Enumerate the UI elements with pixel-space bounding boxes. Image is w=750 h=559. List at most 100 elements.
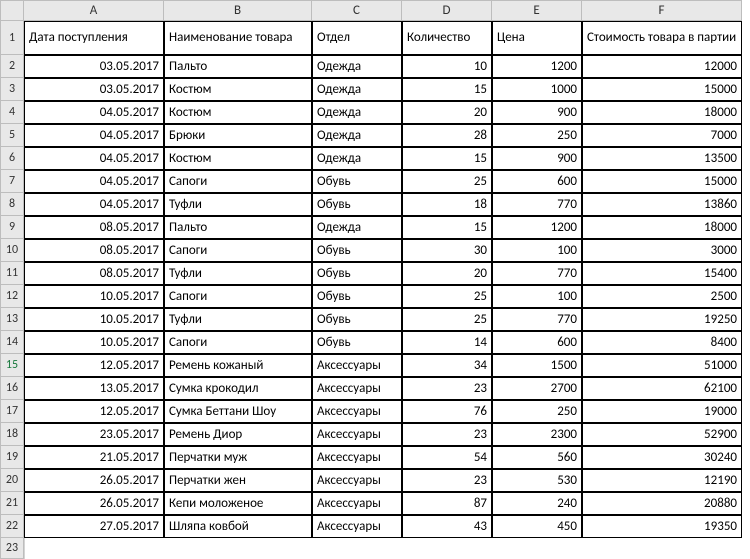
cell-price[interactable]: 600 [492, 170, 582, 193]
cell-cost[interactable]: 52900 [582, 423, 742, 446]
cell-cost[interactable]: 19250 [582, 308, 742, 331]
cell-price[interactable]: 770 [492, 262, 582, 285]
corner-cell[interactable] [0, 0, 24, 21]
cell-price[interactable]: 250 [492, 124, 582, 147]
cell-date[interactable]: 04.05.2017 [24, 124, 164, 147]
cell-date[interactable]: 04.05.2017 [24, 147, 164, 170]
cell-dept[interactable]: Обувь [312, 331, 402, 354]
col-head-b[interactable]: B [164, 0, 312, 21]
cell-price[interactable]: 2700 [492, 377, 582, 400]
row-head[interactable]: 8 [0, 193, 24, 216]
header-dept[interactable]: Отдел [312, 21, 402, 55]
row-head[interactable]: 20 [0, 469, 24, 492]
cell-name[interactable]: Сапоги [164, 285, 312, 308]
row-head[interactable]: 9 [0, 216, 24, 239]
cell-cost[interactable]: 12000 [582, 55, 742, 78]
cell-dept[interactable]: Обувь [312, 262, 402, 285]
empty-cell[interactable] [582, 538, 742, 559]
cell-cost[interactable]: 15000 [582, 78, 742, 101]
cell-cost[interactable]: 12190 [582, 469, 742, 492]
row-head[interactable]: 14 [0, 331, 24, 354]
cell-qty[interactable]: 20 [402, 262, 492, 285]
cell-price[interactable]: 1000 [492, 78, 582, 101]
cell-price[interactable]: 530 [492, 469, 582, 492]
cell-name[interactable]: Туфли [164, 262, 312, 285]
cell-dept[interactable]: Аксессуары [312, 492, 402, 515]
cell-name[interactable]: Ремень Диор [164, 423, 312, 446]
cell-qty[interactable]: 18 [402, 193, 492, 216]
cell-qty[interactable]: 34 [402, 354, 492, 377]
empty-cell[interactable] [492, 538, 582, 559]
cell-cost[interactable]: 51000 [582, 354, 742, 377]
cell-date[interactable]: 08.05.2017 [24, 216, 164, 239]
cell-name[interactable]: Сапоги [164, 331, 312, 354]
cell-qty[interactable]: 15 [402, 147, 492, 170]
row-head[interactable]: 1 [0, 21, 24, 55]
empty-cell[interactable] [312, 538, 402, 559]
header-date[interactable]: Дата поступления [24, 21, 164, 55]
cell-price[interactable]: 900 [492, 147, 582, 170]
cell-dept[interactable]: Аксессуары [312, 400, 402, 423]
cell-date[interactable]: 04.05.2017 [24, 101, 164, 124]
cell-dept[interactable]: Одежда [312, 78, 402, 101]
cell-name[interactable]: Кепи моложеное [164, 492, 312, 515]
cell-date[interactable]: 21.05.2017 [24, 446, 164, 469]
cell-name[interactable]: Сумка крокодил [164, 377, 312, 400]
cell-cost[interactable]: 18000 [582, 101, 742, 124]
cell-name[interactable]: Сапоги [164, 170, 312, 193]
spreadsheet[interactable]: A B C D E F 1 Дата поступления Наименова… [0, 0, 750, 559]
row-head[interactable]: 13 [0, 308, 24, 331]
cell-cost[interactable]: 15000 [582, 170, 742, 193]
row-head[interactable]: 17 [0, 400, 24, 423]
row-head[interactable]: 21 [0, 492, 24, 515]
cell-price[interactable]: 240 [492, 492, 582, 515]
cell-price[interactable]: 770 [492, 308, 582, 331]
cell-name[interactable]: Ремень кожаный [164, 354, 312, 377]
cell-name[interactable]: Туфли [164, 308, 312, 331]
cell-price[interactable]: 1200 [492, 55, 582, 78]
cell-date[interactable]: 03.05.2017 [24, 55, 164, 78]
cell-dept[interactable]: Обувь [312, 193, 402, 216]
cell-name[interactable]: Пальто [164, 55, 312, 78]
row-head[interactable]: 10 [0, 239, 24, 262]
cell-cost[interactable]: 2500 [582, 285, 742, 308]
empty-cell[interactable] [24, 538, 164, 559]
cell-qty[interactable]: 25 [402, 285, 492, 308]
cell-cost[interactable]: 13500 [582, 147, 742, 170]
cell-price[interactable]: 900 [492, 101, 582, 124]
cell-dept[interactable]: Обувь [312, 285, 402, 308]
cell-dept[interactable]: Аксессуары [312, 446, 402, 469]
cell-qty[interactable]: 15 [402, 216, 492, 239]
row-head[interactable]: 3 [0, 78, 24, 101]
cell-name[interactable]: Пальто [164, 216, 312, 239]
cell-cost[interactable]: 19000 [582, 400, 742, 423]
cell-date[interactable]: 08.05.2017 [24, 239, 164, 262]
cell-qty[interactable]: 28 [402, 124, 492, 147]
cell-qty[interactable]: 76 [402, 400, 492, 423]
cell-cost[interactable]: 8400 [582, 331, 742, 354]
row-head[interactable]: 11 [0, 262, 24, 285]
cell-price[interactable]: 770 [492, 193, 582, 216]
cell-cost[interactable]: 3000 [582, 239, 742, 262]
header-price[interactable]: Цена [492, 21, 582, 55]
cell-name[interactable]: Сапоги [164, 239, 312, 262]
cell-price[interactable]: 100 [492, 285, 582, 308]
cell-price[interactable]: 1500 [492, 354, 582, 377]
cell-qty[interactable]: 43 [402, 515, 492, 538]
cell-cost[interactable]: 19350 [582, 515, 742, 538]
cell-qty[interactable]: 30 [402, 239, 492, 262]
cell-date[interactable]: 26.05.2017 [24, 469, 164, 492]
empty-cell[interactable] [402, 538, 492, 559]
cell-date[interactable]: 04.05.2017 [24, 193, 164, 216]
cell-name[interactable]: Туфли [164, 193, 312, 216]
cell-price[interactable]: 100 [492, 239, 582, 262]
cell-qty[interactable]: 87 [402, 492, 492, 515]
cell-date[interactable]: 03.05.2017 [24, 78, 164, 101]
row-head[interactable]: 18 [0, 423, 24, 446]
cell-date[interactable]: 10.05.2017 [24, 331, 164, 354]
cell-date[interactable]: 12.05.2017 [24, 400, 164, 423]
cell-price[interactable]: 560 [492, 446, 582, 469]
col-head-f[interactable]: F [582, 0, 742, 21]
cell-dept[interactable]: Аксессуары [312, 377, 402, 400]
row-head[interactable]: 22 [0, 515, 24, 538]
